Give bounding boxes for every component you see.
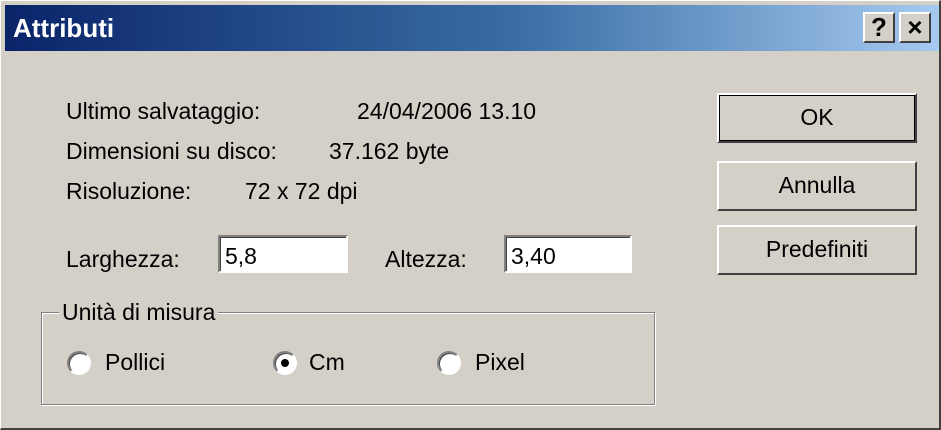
radio-inches[interactable] xyxy=(67,351,91,375)
disk-size-label: Dimensioni su disco: xyxy=(66,138,277,164)
resolution-label: Risoluzione: xyxy=(66,178,192,204)
window-title: Attributi xyxy=(13,13,115,43)
disk-size-value: 37.162 byte xyxy=(329,138,450,164)
width-label: Larghezza: xyxy=(66,246,180,272)
height-input[interactable] xyxy=(504,235,632,273)
last-saved-label: Ultimo salvataggio: xyxy=(66,98,261,124)
radio-cm-label[interactable]: Cm xyxy=(309,348,345,376)
defaults-button[interactable]: Predefiniti xyxy=(717,225,917,275)
title-bar[interactable]: Attributi ? × xyxy=(5,5,939,51)
radio-cm[interactable] xyxy=(273,351,297,375)
radio-pixel-label[interactable]: Pixel xyxy=(475,348,525,376)
width-input[interactable] xyxy=(218,235,348,273)
resolution-value: 72 x 72 dpi xyxy=(245,178,358,204)
units-group-label: Unità di misura xyxy=(59,299,219,325)
ok-button[interactable]: OK xyxy=(717,93,917,143)
last-saved-value: 24/04/2006 13.10 xyxy=(357,98,537,124)
radio-pixel[interactable] xyxy=(437,351,461,375)
close-button[interactable]: × xyxy=(899,12,931,43)
help-button[interactable]: ? xyxy=(863,12,895,43)
height-label: Altezza: xyxy=(385,246,467,272)
radio-selected-dot xyxy=(281,359,289,367)
attributes-dialog: Attributi ? × Ultimo salvataggio: 24/04/… xyxy=(0,0,941,430)
cancel-button[interactable]: Annulla xyxy=(717,161,917,211)
radio-inches-label[interactable]: Pollici xyxy=(105,348,165,376)
